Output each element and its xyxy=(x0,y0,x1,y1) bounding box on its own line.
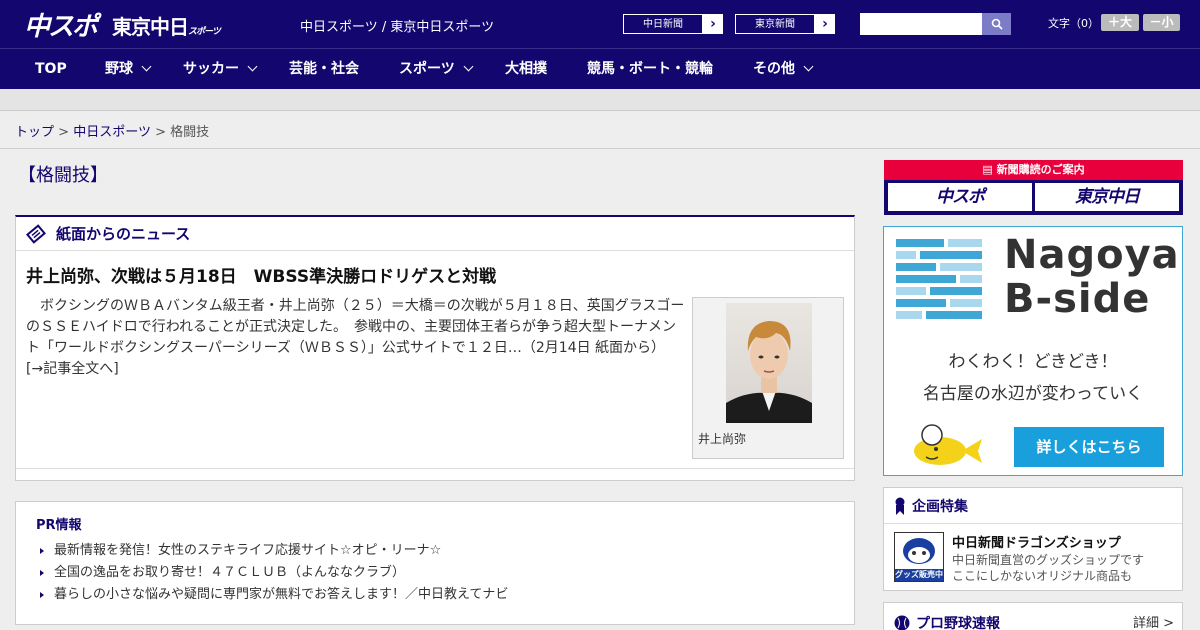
nav-sumo-label: 大相撲 xyxy=(505,61,547,77)
site-header: 中スポ 東京中日スポーツ 中日スポーツ / 東京中日スポーツ 中日新聞 › 東京… xyxy=(0,0,1200,48)
dragons-shop-image[interactable]: グッズ販売中 xyxy=(894,532,944,582)
ad-brand: Nagoya B-side xyxy=(1004,233,1180,321)
news-box-footer xyxy=(16,468,854,480)
font-bigger-button[interactable]: ＋大 xyxy=(1101,14,1139,31)
ad-tagline-2: 名古屋の水辺が変わっていく xyxy=(922,384,1144,404)
pr-link[interactable]: 暮らしの小さな悩みや疑問に専門家が無料でお答えします！／中日教えてナビ xyxy=(40,584,508,606)
baseball-live-title: プロ野球速報 xyxy=(894,613,1000,630)
baseball-live-more-link[interactable]: 詳細 > xyxy=(1133,612,1174,630)
subscribe-chunichi-button[interactable]: 中スポ xyxy=(888,183,1032,211)
baseball-icon xyxy=(894,615,910,630)
breadcrumb-chunichi[interactable]: 中日スポーツ xyxy=(73,125,151,140)
nav-top-label: TOP xyxy=(35,61,67,77)
baseball-live-title-text: プロ野球速報 xyxy=(916,616,1000,630)
ribbon-icon xyxy=(895,497,905,515)
feature-desc-line2: ここにしかないオリジナル商品も xyxy=(952,569,1133,583)
news-box-title: 紙面からのニュース xyxy=(56,225,191,243)
feature-box: 企画特集 グッズ販売中 中日新聞ドラゴンズショップ 中日新聞直営のグッズショップ… xyxy=(883,487,1183,591)
feature-desc-line1: 中日新聞直営のグッズショップです xyxy=(952,553,1145,567)
breadcrumb: トップ > 中日スポーツ > 格闘技 xyxy=(15,121,209,140)
brick-wall-logo-icon xyxy=(896,239,982,319)
nav-sumo[interactable]: 大相撲 xyxy=(505,49,547,90)
site-links[interactable]: 中日スポーツ / 東京中日スポーツ xyxy=(300,16,494,35)
subscribe-tokyo-button[interactable]: 東京中日 xyxy=(1035,183,1179,211)
person-portrait-icon xyxy=(726,321,812,423)
pr-box: PR情報 最新情報を発信！女性のステキライフ応援サイト☆オピ・リーナ☆ 全国の逸… xyxy=(15,501,855,625)
search-input[interactable] xyxy=(860,13,982,35)
pr-link[interactable]: 全国の逸品をお取り寄せ！４７ＣＬＵＢ（よんななクラブ） xyxy=(40,562,508,584)
tokyo-logo-text: 東京中日 xyxy=(112,15,189,39)
subscription-banner: ▤ 新聞購読のご案内 中スポ 東京中日 xyxy=(884,160,1183,215)
chunichi-shimbun-button[interactable]: 中日新聞 › xyxy=(622,13,724,35)
nav-other[interactable]: その他 xyxy=(753,49,814,90)
chevron-right-icon: › xyxy=(815,14,835,34)
divider xyxy=(0,148,1200,149)
ad-details-button[interactable]: 詳しくはこちら xyxy=(1014,427,1164,467)
search-icon xyxy=(991,18,1003,30)
nav-baseball[interactable]: 野球 xyxy=(105,49,152,90)
ad-brand-line2: B-side xyxy=(1004,276,1151,322)
nav-other-label: その他 xyxy=(753,61,795,77)
feature-item-desc: 中日新聞直営のグッズショップです ここにしかないオリジナル商品も xyxy=(952,552,1144,584)
player-photo xyxy=(726,303,812,423)
nav-entertainment-label: 芸能・社会 xyxy=(289,61,359,77)
ad-brand-line1: Nagoya xyxy=(1004,232,1180,278)
nav-keiba-label: 競馬・ボート・競輪 xyxy=(587,61,713,77)
news-headline[interactable]: 井上尚弥、次戦は５月18日 WBSS準決勝ロドリゲスと対戦 xyxy=(26,262,496,287)
nav-soccer-label: サッカー xyxy=(183,61,239,77)
nagoya-bside-ad[interactable]: Nagoya B-side わくわく！どきどき！ 名古屋の水辺が変わっていく 詳… xyxy=(883,226,1183,476)
nav-baseball-label: 野球 xyxy=(105,61,133,77)
pr-link[interactable]: 最新情報を発信！女性のステキライフ応援サイト☆オピ・リーナ☆ xyxy=(40,540,508,562)
tokyo-chunichi-logo[interactable]: 東京中日スポーツ xyxy=(112,11,221,40)
ad-tagline-1: わくわく！どきどき！ xyxy=(948,352,1118,372)
tokyo-shimbun-label: 東京新聞 xyxy=(735,14,815,34)
chevron-right-icon: › xyxy=(703,14,723,34)
nav-keiba[interactable]: 競馬・ボート・競輪 xyxy=(587,49,713,90)
fish-mascot-icon xyxy=(914,424,982,465)
nav-entertainment[interactable]: 芸能・社会 xyxy=(289,49,359,90)
pr-title: PR情報 xyxy=(36,518,82,533)
font-smaller-button[interactable]: －小 xyxy=(1143,14,1180,31)
main-nav: TOP 野球 サッカー 芸能・社会 スポーツ 大相撲 競馬・ボート・競輪 その他 xyxy=(0,48,1200,89)
baseball-live-box: プロ野球速報 詳細 > xyxy=(883,602,1183,630)
nav-sports-label: スポーツ xyxy=(399,61,455,77)
newspaper-icon: ▤ xyxy=(982,163,997,176)
nav-sports[interactable]: スポーツ xyxy=(399,49,474,90)
subscription-title: ▤ 新聞購読のご案内 xyxy=(884,160,1183,180)
page-title: 【格闘技】 xyxy=(18,165,108,186)
chevron-down-icon xyxy=(803,61,814,72)
news-box-header: 紙面からのニュース xyxy=(16,217,854,251)
chevron-down-icon xyxy=(247,61,258,72)
chevron-down-icon xyxy=(463,61,474,72)
pr-list: 最新情報を発信！女性のステキライフ応援サイト☆オピ・リーナ☆ 全国の逸品をお取り… xyxy=(40,540,508,606)
chunichi-shimbun-label: 中日新聞 xyxy=(623,14,703,34)
nav-top[interactable]: TOP xyxy=(35,49,67,90)
breadcrumb-sep: > xyxy=(58,125,70,140)
subscription-title-text: 新聞購読のご案内 xyxy=(996,163,1085,176)
tokyo-shimbun-button[interactable]: 東京新聞 › xyxy=(734,13,836,35)
tokyo-logo-small: スポーツ xyxy=(188,27,221,37)
news-box: 紙面からのニュース 井上尚弥、次戦は５月18日 WBSS準決勝ロドリゲスと対戦 … xyxy=(15,215,855,481)
shop-badge: グッズ販売中 xyxy=(895,570,943,579)
nav-soccer[interactable]: サッカー xyxy=(183,49,258,90)
news-body: ボクシングのＷＢＡバンタム級王者・井上尚弥（２５）＝大橋＝の次戦が５月１８日、英… xyxy=(26,298,685,377)
breadcrumb-current: 格闘技 xyxy=(170,125,210,140)
breadcrumb-sep: > xyxy=(155,125,166,140)
photo-caption: 井上尚弥 xyxy=(698,432,747,446)
news-photo[interactable]: 井上尚弥 xyxy=(692,297,844,459)
feature-title: 企画特集 xyxy=(912,498,968,515)
font-size-label: 文字（0） xyxy=(1048,17,1099,30)
chunichi-sports-logo[interactable]: 中スポ xyxy=(24,6,98,43)
feature-item-title[interactable]: 中日新聞ドラゴンズショップ xyxy=(952,532,1121,551)
newspaper-icon xyxy=(26,223,46,244)
feature-header: 企画特集 xyxy=(884,488,1182,524)
sub-band xyxy=(0,89,1200,111)
breadcrumb-top[interactable]: トップ xyxy=(15,125,54,140)
chevron-down-icon xyxy=(141,61,152,72)
search-button[interactable] xyxy=(982,13,1011,35)
